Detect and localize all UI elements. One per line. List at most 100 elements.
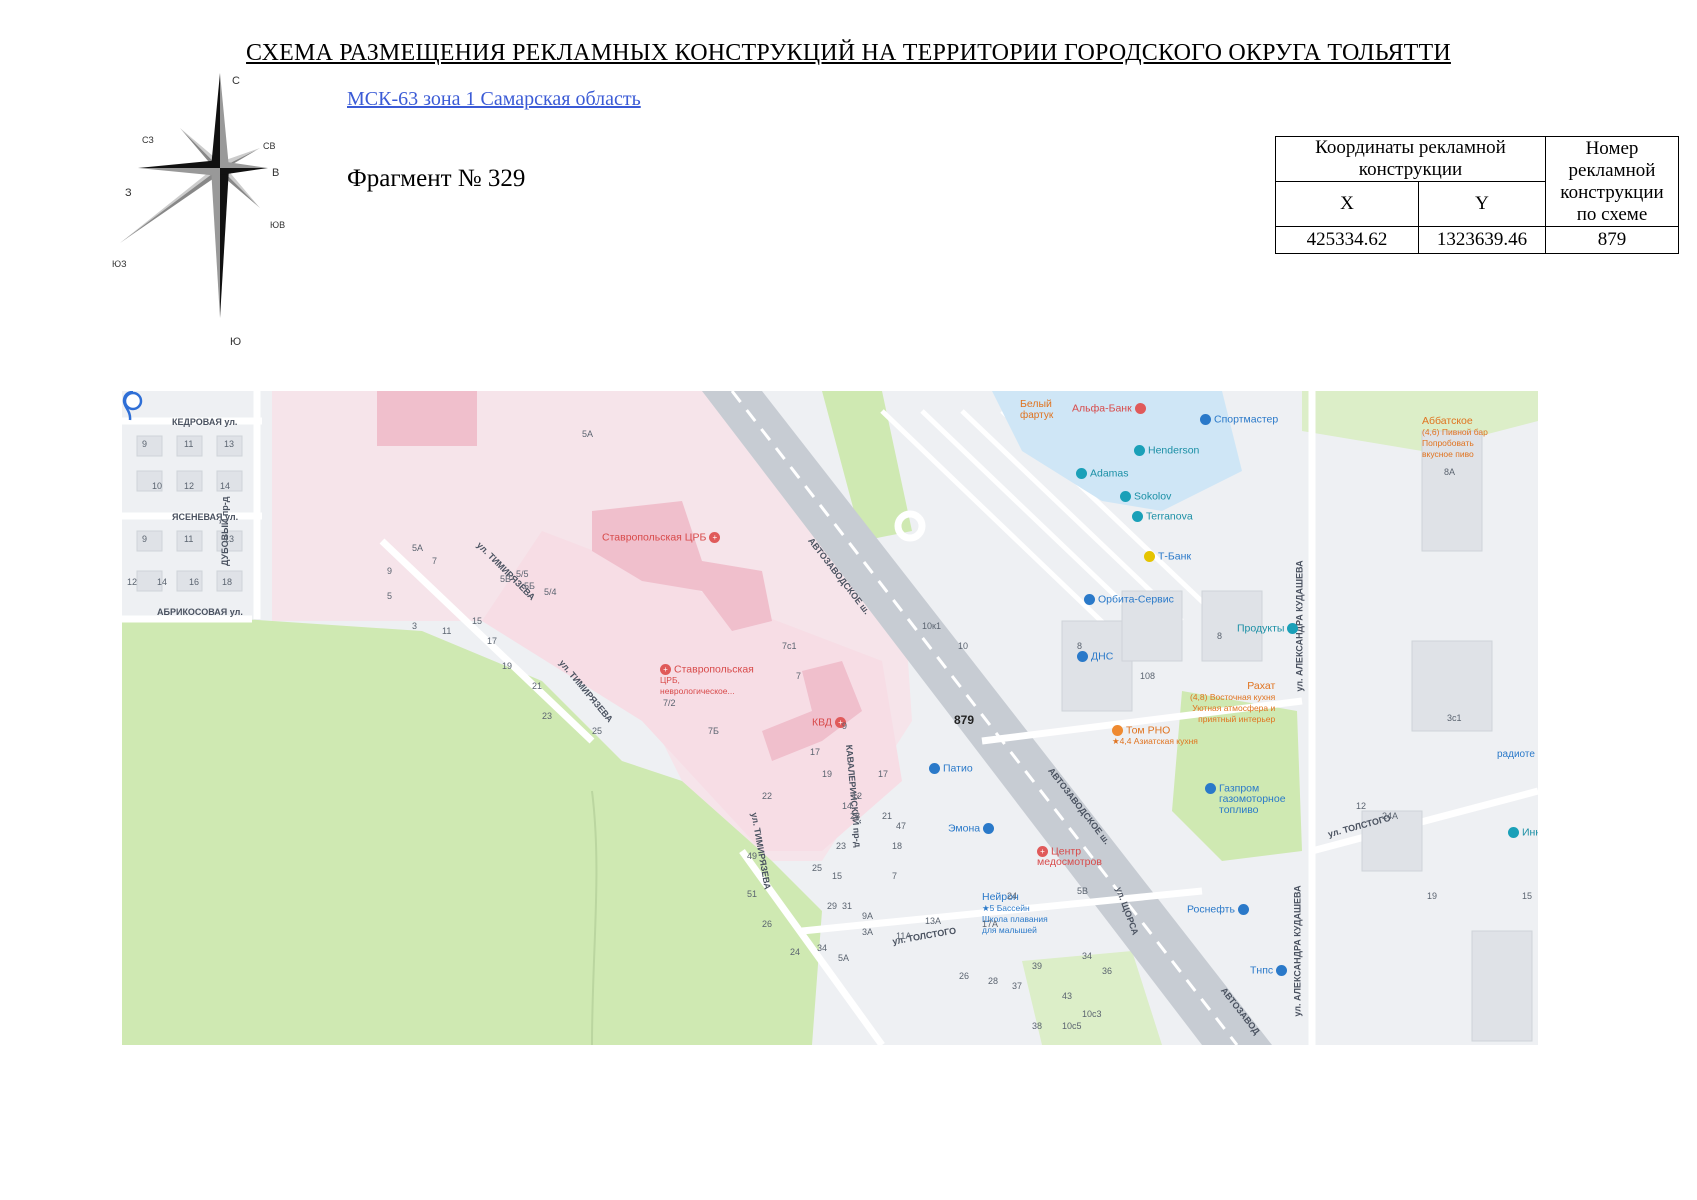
location-pin-icon[interactable]	[122, 391, 144, 421]
house-number: 5В	[1077, 886, 1089, 896]
house-number: 11	[184, 439, 194, 449]
poi-stavropol-crb[interactable]: Ставропольская ЦРБ +	[602, 532, 723, 543]
house-number: 23	[836, 841, 847, 851]
poi-rosneft[interactable]: Роснефть	[1187, 904, 1252, 915]
compass-w-label: З	[125, 187, 132, 199]
house-number: 24	[1007, 891, 1018, 901]
fuel-icon	[1276, 965, 1288, 976]
fuel-icon	[1237, 904, 1249, 915]
poi-rakhat[interactable]: Рахат (4,8) Восточная кухня Уютная атмосфе…	[1190, 681, 1275, 725]
poi-henderson-label: Henderson	[1148, 444, 1200, 457]
poi-neuro-label-3: неврологическое...	[660, 686, 735, 697]
house-number: 15	[472, 616, 483, 626]
house-number: 17	[878, 769, 889, 779]
poi-patio-label: Патио	[943, 762, 973, 775]
poi-tnps[interactable]: Тнпс	[1250, 965, 1290, 976]
house-number: 5А	[412, 543, 424, 553]
house-number: 22	[762, 791, 773, 801]
poi-adamas[interactable]: Adamas	[1076, 468, 1129, 479]
house-number: 11А	[896, 931, 912, 941]
house-number: 5А	[838, 953, 850, 963]
house-number: 12	[184, 481, 195, 491]
house-number: 3с1	[1447, 713, 1462, 723]
poi-kvd-label: КВД	[812, 716, 833, 729]
house-number: 19	[502, 661, 513, 671]
poi-tbank[interactable]: Т-Банк	[1144, 551, 1191, 562]
marker-label: 879	[954, 713, 975, 727]
poi-tbank-label: Т-Банк	[1158, 550, 1192, 563]
house-number: 9	[842, 721, 848, 731]
house-number: 34	[1082, 951, 1093, 961]
house-number: 17	[810, 747, 821, 757]
poi-gazprom[interactable]: Газпром газомоторное топливо	[1205, 783, 1286, 816]
house-number: 7	[432, 556, 438, 566]
poi-terranova[interactable]: Terranova	[1132, 511, 1193, 522]
house-number: 15	[1522, 891, 1533, 901]
coordinates-table: Координаты рекламной конструкции Номер р…	[1275, 136, 1679, 254]
header-number: Номер рекламной конструкции по схеме	[1545, 136, 1679, 227]
house-number: 25	[812, 863, 823, 873]
poi-stavropol-crb-label: Ставропольская ЦРБ	[602, 531, 707, 544]
poi-tom-rno[interactable]: Том РНО ★4,4 Азиатская кухня	[1112, 725, 1198, 747]
house-number: 49	[747, 851, 758, 861]
house-number: 28	[850, 811, 861, 821]
poi-tom-rno-label: Том РНО	[1126, 724, 1171, 737]
poi-emona[interactable]: Эмона	[948, 823, 997, 834]
house-number: 37	[1012, 981, 1023, 991]
poi-center-label-2: медосмотров	[1037, 856, 1102, 869]
house-number: 12	[852, 791, 863, 801]
hotel-icon	[929, 763, 940, 774]
poi-dns[interactable]: ДНС	[1077, 651, 1113, 662]
poi-rakhat-label: Рахат	[1247, 680, 1276, 692]
table-row: 425334.62 1323639.46 879	[1275, 226, 1679, 254]
poi-patio[interactable]: Патио	[929, 763, 973, 774]
poi-stavropol-crb-neuro[interactable]: + Ставропольская ЦРБ, неврологическое...	[660, 664, 754, 697]
shop-icon	[1508, 827, 1519, 838]
house-number: 11	[184, 534, 194, 544]
poi-sokolov[interactable]: Sokolov	[1120, 491, 1171, 502]
poi-bely-fartuk[interactable]: Белый фартук	[1020, 399, 1053, 422]
poi-rakhat-sub-2: Уютная атмосфера и	[1192, 703, 1276, 713]
house-number: 3	[412, 621, 418, 631]
poi-inn-label: Инн	[1522, 826, 1538, 839]
crs-link[interactable]: МСК-63 зона 1 Самарская область	[347, 88, 641, 111]
cell-x: 425334.62	[1275, 226, 1419, 254]
house-number: 15	[832, 871, 843, 881]
house-number: 39	[1032, 961, 1043, 971]
house-number: 26	[762, 919, 773, 929]
house-number: 14	[842, 801, 853, 811]
house-number: 26	[959, 971, 970, 981]
poi-abbatskoe[interactable]: Аббатское (4,6) Пивной бар Попробовать вкус…	[1422, 416, 1488, 460]
poi-neuro-label-1: Ставропольская	[674, 663, 754, 676]
house-number: 21	[882, 811, 893, 821]
poi-tom-rno-sub: ★4,4 Азиатская кухня	[1112, 736, 1198, 747]
poi-inn[interactable]: Инн	[1508, 827, 1538, 838]
poi-sportmaster[interactable]: Спортмастер	[1200, 414, 1278, 425]
house-number: 7Б	[708, 726, 719, 736]
house-number: 10	[958, 641, 969, 651]
poi-emona-label: Эмона	[948, 822, 981, 835]
compass-ne-label: СВ	[263, 141, 276, 151]
house-number: 5В	[500, 574, 512, 584]
fragment-number: Фрагмент № 329	[347, 165, 526, 192]
poi-neiron-sub-1: ★5 Бассейн	[982, 903, 1030, 913]
cell-y: 1323639.46	[1418, 226, 1546, 254]
poi-center-medosmotrov[interactable]: + Центр медосмотров	[1037, 846, 1102, 868]
map-fragment[interactable]: КЕДРОВАЯ ул. ЯСЕНЕВАЯ ул. АБРИКОСОВАЯ ул…	[122, 391, 1538, 1045]
poi-rosneft-label: Роснефть	[1187, 903, 1235, 916]
poi-abbatskoe-sub-2: Попробовать	[1422, 438, 1474, 448]
poi-henderson[interactable]: Henderson	[1134, 445, 1199, 456]
house-number: 21	[532, 681, 543, 691]
poi-produkty[interactable]: Продукты	[1237, 623, 1301, 634]
shop-icon	[1287, 623, 1299, 634]
poi-alfabank[interactable]: Альфа-Банк	[1072, 403, 1149, 414]
poi-radiote[interactable]: радиоте	[1497, 749, 1535, 760]
house-number: 3А	[862, 927, 874, 937]
house-number: 108	[1140, 671, 1156, 681]
poi-abbatskoe-sub-3: вкусное пиво	[1422, 449, 1474, 459]
poi-orbita[interactable]: Орбита-Сервис	[1084, 594, 1174, 605]
house-number: 36	[1102, 966, 1113, 976]
house-number: 10	[152, 481, 163, 491]
house-number: 28	[988, 976, 999, 986]
shop-icon	[1077, 651, 1088, 662]
